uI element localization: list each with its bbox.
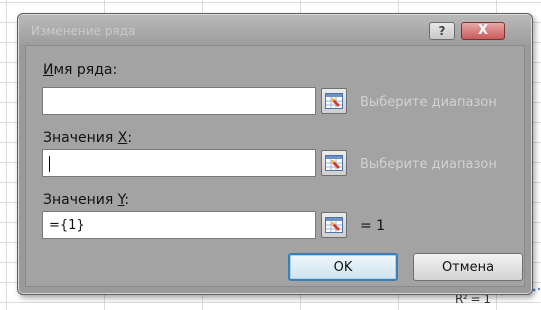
- help-icon: ?: [438, 24, 446, 38]
- series-name-range-button[interactable]: [321, 88, 347, 114]
- series-name-label: Имя ряда:: [43, 62, 118, 78]
- x-values-range-button[interactable]: [321, 150, 347, 176]
- help-button[interactable]: ?: [429, 22, 455, 40]
- ok-button[interactable]: OK: [288, 253, 398, 281]
- x-values-hint: Выберите диапазон: [360, 157, 497, 172]
- series-name-hint: Выберите диапазон: [360, 95, 497, 110]
- dialog-body: Имя ряда: Выберите диапазон Значения X:: [25, 45, 525, 287]
- y-values-input[interactable]: ={1}: [42, 211, 316, 239]
- title-bar[interactable]: Изменение ряда ? X: [19, 15, 531, 45]
- x-values-input[interactable]: [42, 149, 316, 177]
- collapse-dialog-icon: [325, 93, 343, 109]
- y-values-result: = 1: [360, 218, 386, 234]
- text-caret: [49, 156, 50, 172]
- y-values-label: Значения Y:: [43, 192, 130, 208]
- dialog-title: Изменение ряда: [31, 24, 136, 38]
- x-values-label: Значения X:: [43, 130, 133, 146]
- close-button[interactable]: X: [461, 22, 505, 40]
- cancel-button[interactable]: Отмена: [413, 253, 523, 281]
- collapse-dialog-icon: [325, 217, 343, 233]
- close-icon: X: [477, 23, 489, 38]
- collapse-dialog-icon: [325, 155, 343, 171]
- y-values-range-button[interactable]: [321, 212, 347, 238]
- series-name-input[interactable]: [42, 87, 316, 115]
- edit-series-dialog: Изменение ряда ? X Имя ряда: Выберите ди…: [17, 13, 533, 295]
